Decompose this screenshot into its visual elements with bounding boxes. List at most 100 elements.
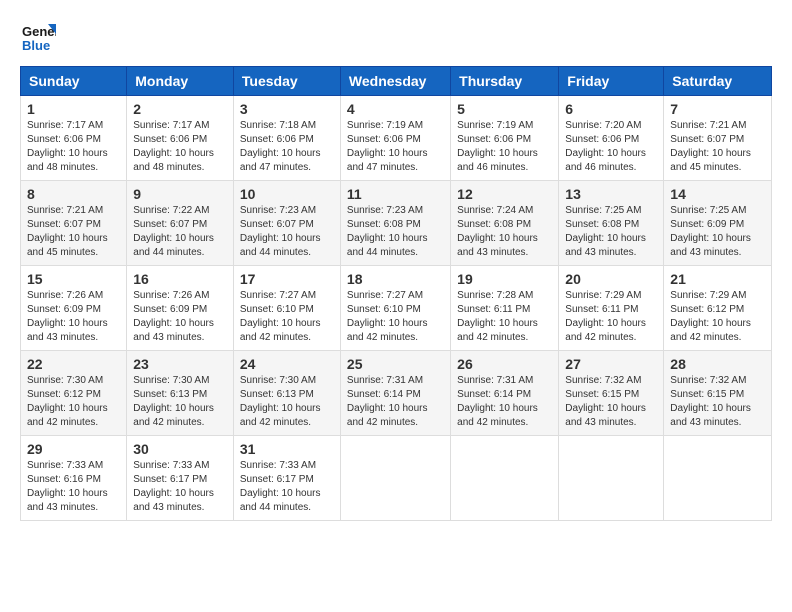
day-number: 18 xyxy=(347,271,444,287)
calendar-cell: 14Sunrise: 7:25 AM Sunset: 6:09 PM Dayli… xyxy=(664,181,772,266)
day-info: Sunrise: 7:20 AM Sunset: 6:06 PM Dayligh… xyxy=(565,119,657,175)
day-info: Sunrise: 7:32 AM Sunset: 6:15 PM Dayligh… xyxy=(565,374,657,430)
calendar-cell: 1Sunrise: 7:17 AM Sunset: 6:06 PM Daylig… xyxy=(21,96,127,181)
calendar-cell: 21 Sunrise: 7:29 AM Sunset: 6:12 PM Dayli… xyxy=(664,266,772,351)
day-number: 27 xyxy=(565,356,657,372)
day-info: Sunrise: 7:29 AM Sunset: 6:11 PM Dayligh… xyxy=(565,289,657,345)
calendar-header-sunday: Sunday xyxy=(21,67,127,96)
calendar-week-row: 8 Sunrise: 7:21 AM Sunset: 6:07 PM Daylig… xyxy=(21,181,772,266)
day-info: Sunrise: 7:19 AM Sunset: 6:06 PM Dayligh… xyxy=(457,119,552,175)
day-info: Sunrise: 7:26 AM Sunset: 6:09 PM Dayligh… xyxy=(27,289,120,345)
calendar-cell: 20Sunrise: 7:29 AM Sunset: 6:11 PM Dayli… xyxy=(559,266,664,351)
calendar-cell: 28 Sunrise: 7:32 AM Sunset: 6:15 PM Dayli… xyxy=(664,351,772,436)
day-info: Sunrise: 7:30 AM Sunset: 6:12 PM Dayligh… xyxy=(27,374,120,430)
day-number: 30 xyxy=(133,441,227,457)
day-info: Sunrise: 7:23 AM Sunset: 6:07 PM Dayligh… xyxy=(240,204,334,260)
day-number: 15 xyxy=(27,271,120,287)
calendar-week-row: 1 Sunrise: 7:17 AM Sunset: 6:06 PM Daylig… xyxy=(21,96,772,181)
day-info: Sunrise: 7:24 AM Sunset: 6:08 PM Dayligh… xyxy=(457,204,552,260)
day-info: Sunrise: 7:27 AM Sunset: 6:10 PM Dayligh… xyxy=(240,289,334,345)
day-info: Sunrise: 7:30 AM Sunset: 6:13 PM Dayligh… xyxy=(240,374,334,430)
calendar-cell xyxy=(664,436,772,521)
calendar-header-tuesday: Tuesday xyxy=(233,67,340,96)
day-number: 4 xyxy=(347,101,444,117)
calendar-cell: 17 Sunrise: 7:27 AM Sunset: 6:10 PM Dayli… xyxy=(233,266,340,351)
calendar-cell: 4 Sunrise: 7:19 AM Sunset: 6:06 PM Daylig… xyxy=(340,96,450,181)
day-info: Sunrise: 7:33 AM Sunset: 6:17 PM Dayligh… xyxy=(240,459,334,515)
day-number: 7 xyxy=(670,101,765,117)
calendar-cell: 5 Sunrise: 7:19 AM Sunset: 6:06 PM Daylig… xyxy=(451,96,559,181)
logo: General Blue xyxy=(20,20,60,56)
day-number: 9 xyxy=(133,186,227,202)
calendar-cell: 30 Sunrise: 7:33 AM Sunset: 6:17 PM Dayli… xyxy=(127,436,234,521)
day-number: 10 xyxy=(240,186,334,202)
calendar-cell: 2 Sunrise: 7:17 AM Sunset: 6:06 PM Daylig… xyxy=(127,96,234,181)
day-number: 23 xyxy=(133,356,227,372)
calendar-week-row: 22Sunrise: 7:30 AM Sunset: 6:12 PM Dayli… xyxy=(21,351,772,436)
calendar-cell xyxy=(340,436,450,521)
calendar-header-monday: Monday xyxy=(127,67,234,96)
day-number: 28 xyxy=(670,356,765,372)
calendar-cell: 25Sunrise: 7:31 AM Sunset: 6:14 PM Dayli… xyxy=(340,351,450,436)
day-info: Sunrise: 7:25 AM Sunset: 6:08 PM Dayligh… xyxy=(565,204,657,260)
calendar-header-row: SundayMondayTuesdayWednesdayThursdayFrid… xyxy=(21,67,772,96)
day-info: Sunrise: 7:17 AM Sunset: 6:06 PM Dayligh… xyxy=(133,119,227,175)
day-info: Sunrise: 7:19 AM Sunset: 6:06 PM Dayligh… xyxy=(347,119,444,175)
page-header: General Blue xyxy=(20,20,772,56)
calendar-cell: 24 Sunrise: 7:30 AM Sunset: 6:13 PM Dayli… xyxy=(233,351,340,436)
day-number: 3 xyxy=(240,101,334,117)
calendar-cell: 18Sunrise: 7:27 AM Sunset: 6:10 PM Dayli… xyxy=(340,266,450,351)
day-number: 5 xyxy=(457,101,552,117)
calendar-header-saturday: Saturday xyxy=(664,67,772,96)
day-info: Sunrise: 7:23 AM Sunset: 6:08 PM Dayligh… xyxy=(347,204,444,260)
day-info: Sunrise: 7:18 AM Sunset: 6:06 PM Dayligh… xyxy=(240,119,334,175)
calendar-cell: 15 Sunrise: 7:26 AM Sunset: 6:09 PM Dayli… xyxy=(21,266,127,351)
day-number: 8 xyxy=(27,186,120,202)
day-number: 2 xyxy=(133,101,227,117)
day-info: Sunrise: 7:33 AM Sunset: 6:17 PM Dayligh… xyxy=(133,459,227,515)
calendar-header-friday: Friday xyxy=(559,67,664,96)
day-info: Sunrise: 7:21 AM Sunset: 6:07 PM Dayligh… xyxy=(27,204,120,260)
calendar-cell: 31 Sunrise: 7:33 AM Sunset: 6:17 PM Dayli… xyxy=(233,436,340,521)
calendar-cell: 6 Sunrise: 7:20 AM Sunset: 6:06 PM Daylig… xyxy=(559,96,664,181)
calendar-cell: 19 Sunrise: 7:28 AM Sunset: 6:11 PM Dayli… xyxy=(451,266,559,351)
calendar-week-row: 29 Sunrise: 7:33 AM Sunset: 6:16 PM Dayli… xyxy=(21,436,772,521)
day-number: 14 xyxy=(670,186,765,202)
day-info: Sunrise: 7:28 AM Sunset: 6:11 PM Dayligh… xyxy=(457,289,552,345)
day-info: Sunrise: 7:33 AM Sunset: 6:16 PM Dayligh… xyxy=(27,459,120,515)
calendar-cell: 11 Sunrise: 7:23 AM Sunset: 6:08 PM Dayli… xyxy=(340,181,450,266)
day-info: Sunrise: 7:32 AM Sunset: 6:15 PM Dayligh… xyxy=(670,374,765,430)
calendar-cell xyxy=(559,436,664,521)
calendar-cell: 29 Sunrise: 7:33 AM Sunset: 6:16 PM Dayli… xyxy=(21,436,127,521)
calendar-cell: 12 Sunrise: 7:24 AM Sunset: 6:08 PM Dayli… xyxy=(451,181,559,266)
calendar-cell: 7Sunrise: 7:21 AM Sunset: 6:07 PM Daylig… xyxy=(664,96,772,181)
day-info: Sunrise: 7:22 AM Sunset: 6:07 PM Dayligh… xyxy=(133,204,227,260)
day-number: 6 xyxy=(565,101,657,117)
calendar-cell: 13 Sunrise: 7:25 AM Sunset: 6:08 PM Dayli… xyxy=(559,181,664,266)
calendar-cell: 9 Sunrise: 7:22 AM Sunset: 6:07 PM Daylig… xyxy=(127,181,234,266)
calendar-cell: 27 Sunrise: 7:32 AM Sunset: 6:15 PM Dayli… xyxy=(559,351,664,436)
day-number: 13 xyxy=(565,186,657,202)
calendar-header-thursday: Thursday xyxy=(451,67,559,96)
calendar-cell: 10 Sunrise: 7:23 AM Sunset: 6:07 PM Dayli… xyxy=(233,181,340,266)
day-number: 26 xyxy=(457,356,552,372)
day-info: Sunrise: 7:31 AM Sunset: 6:14 PM Dayligh… xyxy=(457,374,552,430)
day-number: 16 xyxy=(133,271,227,287)
day-number: 1 xyxy=(27,101,120,117)
calendar-header-wednesday: Wednesday xyxy=(340,67,450,96)
day-info: Sunrise: 7:30 AM Sunset: 6:13 PM Dayligh… xyxy=(133,374,227,430)
day-number: 24 xyxy=(240,356,334,372)
calendar-cell: 26 Sunrise: 7:31 AM Sunset: 6:14 PM Dayli… xyxy=(451,351,559,436)
calendar-cell: 16Sunrise: 7:26 AM Sunset: 6:09 PM Dayli… xyxy=(127,266,234,351)
day-number: 11 xyxy=(347,186,444,202)
day-number: 12 xyxy=(457,186,552,202)
day-number: 17 xyxy=(240,271,334,287)
day-number: 29 xyxy=(27,441,120,457)
calendar-cell: 23 Sunrise: 7:30 AM Sunset: 6:13 PM Dayli… xyxy=(127,351,234,436)
day-info: Sunrise: 7:29 AM Sunset: 6:12 PM Dayligh… xyxy=(670,289,765,345)
calendar-week-row: 15 Sunrise: 7:26 AM Sunset: 6:09 PM Dayli… xyxy=(21,266,772,351)
day-number: 19 xyxy=(457,271,552,287)
day-number: 21 xyxy=(670,271,765,287)
day-number: 31 xyxy=(240,441,334,457)
logo-icon: General Blue xyxy=(20,20,56,56)
